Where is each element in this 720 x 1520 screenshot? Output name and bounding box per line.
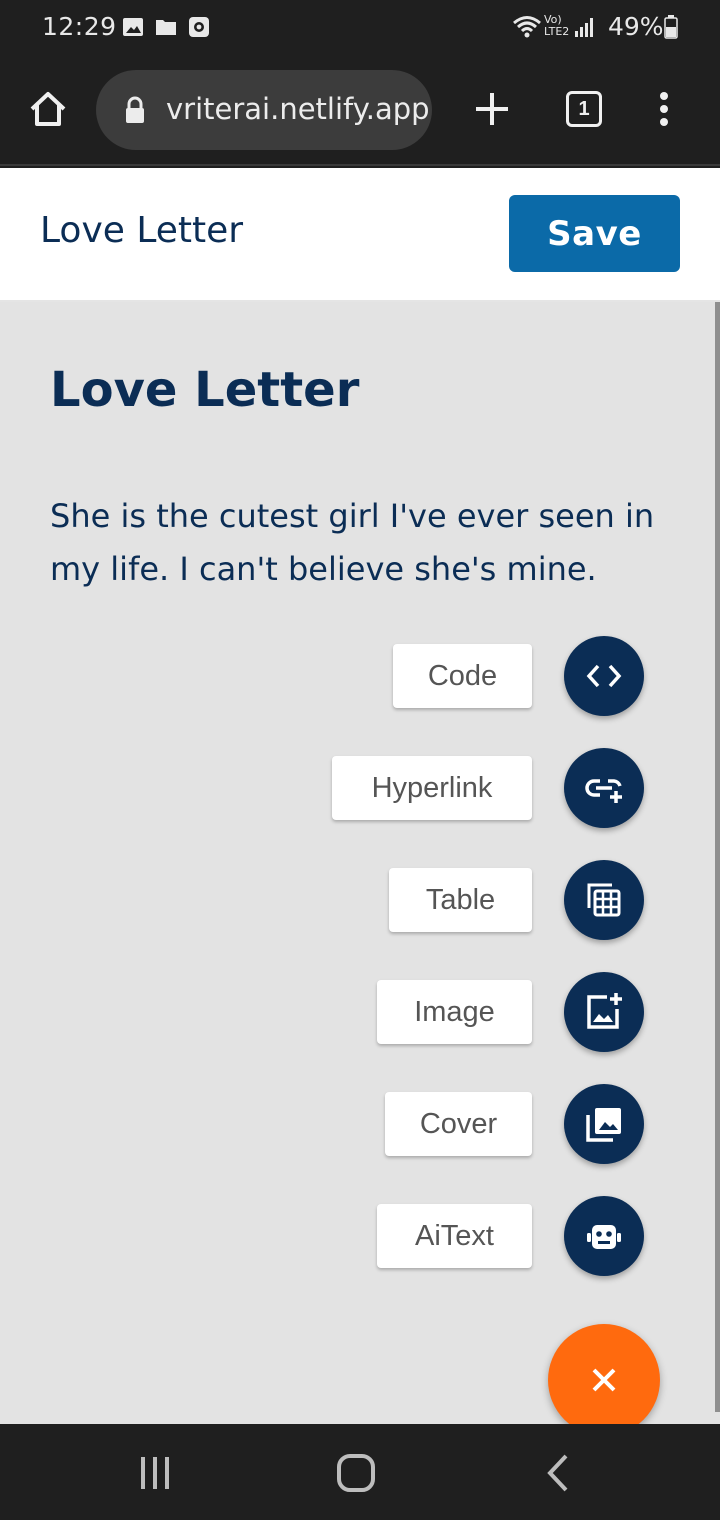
aitext-action-button[interactable] bbox=[564, 1196, 644, 1276]
table-action-button[interactable] bbox=[564, 860, 644, 940]
aitext-action-label[interactable]: AiText bbox=[377, 1204, 532, 1268]
app-header: Love Letter Save bbox=[0, 168, 720, 302]
tab-count: 1 bbox=[566, 91, 602, 127]
folder-notification-icon bbox=[155, 16, 177, 38]
image-action-label[interactable]: Image bbox=[377, 980, 532, 1044]
add-link-icon bbox=[585, 779, 622, 803]
editor-area[interactable]: Love Letter She is the cutest girl I've … bbox=[0, 302, 720, 1436]
scrollbar[interactable] bbox=[715, 302, 720, 1412]
table-action-label[interactable]: Table bbox=[389, 868, 532, 932]
recent-apps-icon bbox=[141, 1457, 169, 1489]
robot-icon bbox=[587, 1225, 621, 1249]
url-text: vriterai.netlify.app bbox=[166, 92, 430, 126]
document-body[interactable]: She is the cutest girl I've ever seen in… bbox=[50, 490, 670, 596]
url-bar[interactable]: vriterai.netlify.app bbox=[96, 70, 432, 150]
hyperlink-action-label[interactable]: Hyperlink bbox=[332, 756, 532, 820]
save-button[interactable]: Save bbox=[509, 195, 680, 272]
gallery-notification-icon bbox=[122, 16, 144, 38]
photo-library-icon bbox=[586, 1108, 621, 1142]
code-action-button[interactable] bbox=[564, 636, 644, 716]
plus-icon bbox=[476, 93, 508, 125]
status-time: 12:29 bbox=[42, 12, 117, 41]
battery-percentage: 49% bbox=[608, 12, 664, 41]
back-button[interactable] bbox=[528, 1448, 588, 1498]
home-button[interactable] bbox=[13, 74, 83, 144]
home-circle-icon bbox=[337, 1454, 375, 1492]
wifi-icon bbox=[512, 14, 542, 40]
more-vert-icon bbox=[660, 92, 668, 126]
system-nav-bar bbox=[0, 1424, 720, 1520]
document-title[interactable]: Love Letter bbox=[50, 362, 359, 418]
battery-icon bbox=[664, 15, 678, 39]
cover-action-label[interactable]: Cover bbox=[385, 1092, 532, 1156]
network-label: Vo) LTE2 bbox=[544, 13, 570, 38]
status-bar: 12:29 Vo) LTE2 49% bbox=[0, 0, 720, 56]
recent-apps-button[interactable] bbox=[125, 1448, 185, 1498]
home-icon bbox=[30, 92, 66, 126]
back-icon bbox=[547, 1454, 568, 1492]
image-action-button[interactable] bbox=[564, 972, 644, 1052]
hyperlink-action-button[interactable] bbox=[564, 748, 644, 828]
recorder-notification-icon bbox=[188, 16, 210, 38]
tab-switcher-button[interactable]: 1 bbox=[549, 74, 619, 144]
browser-menu-button[interactable] bbox=[629, 74, 699, 144]
page-title: Love Letter bbox=[40, 210, 244, 251]
add-image-icon bbox=[587, 993, 622, 1029]
signal-icon bbox=[574, 16, 596, 38]
code-icon bbox=[586, 664, 622, 688]
close-speed-dial-button[interactable] bbox=[548, 1324, 660, 1436]
close-icon bbox=[592, 1368, 616, 1392]
cover-action-button[interactable] bbox=[564, 1084, 644, 1164]
home-nav-button[interactable] bbox=[326, 1448, 386, 1498]
browser-toolbar: vriterai.netlify.app 1 bbox=[0, 56, 720, 166]
lock-icon bbox=[124, 96, 146, 128]
table-icon bbox=[587, 883, 621, 917]
new-tab-button[interactable] bbox=[457, 74, 527, 144]
code-action-label[interactable]: Code bbox=[393, 644, 532, 708]
